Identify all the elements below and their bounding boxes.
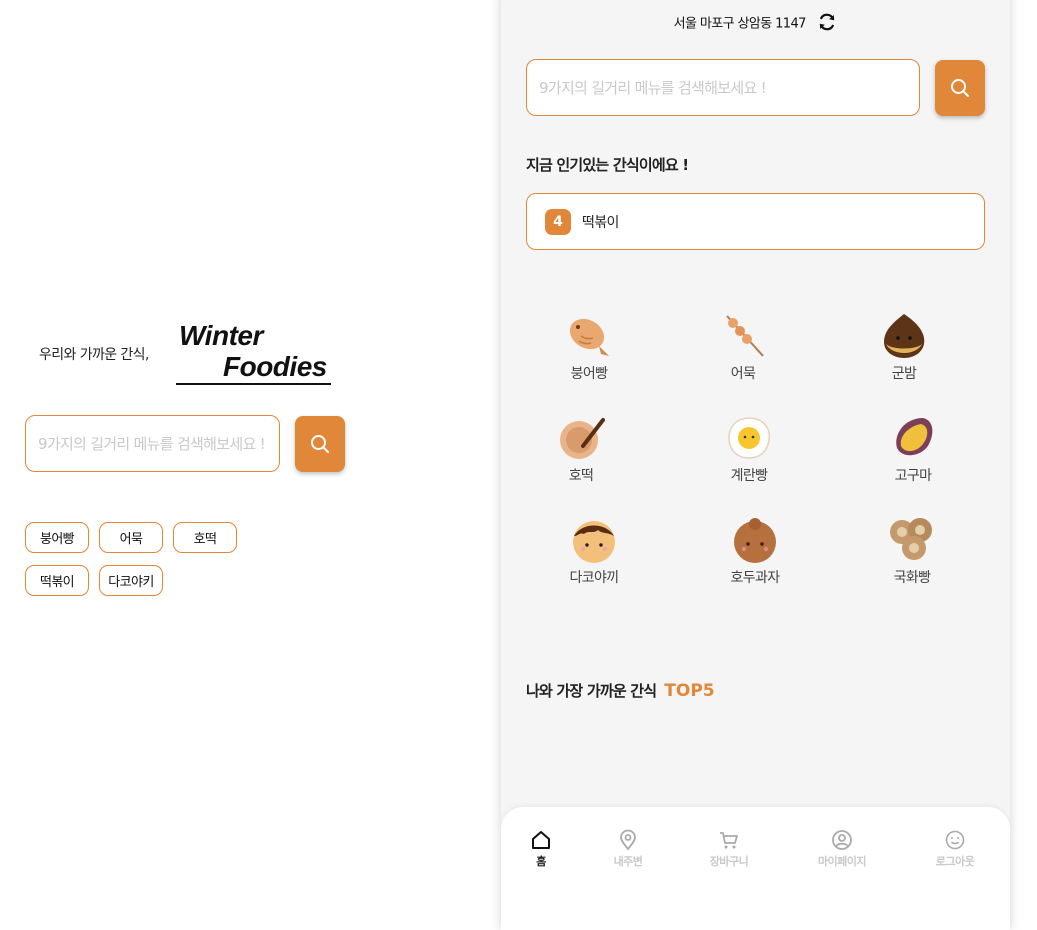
app-search-button[interactable] [935, 60, 985, 116]
sweet-potato-icon [896, 418, 933, 456]
landing-section: 우리와 가까운 간식, Winter Foodies 붕어빵 어묵 호떡 떡볶이… [0, 0, 480, 918]
landing-search-field[interactable] [25, 415, 280, 472]
walnut-cake-icon [734, 518, 776, 563]
menu-label: 군밤 [891, 366, 917, 382]
menu-item-goguma[interactable]: 고구마 [853, 412, 973, 492]
user-circle-icon [832, 830, 852, 850]
popular-ranking-ticker[interactable]: 4 떡볶이 [526, 193, 985, 250]
brand-logo-line2: Foodies [223, 351, 327, 382]
nav-nearby[interactable]: 내주변 [588, 829, 668, 869]
roasted-chestnut-icon [884, 314, 925, 358]
nav-mypage[interactable]: 마이페이지 [802, 829, 882, 869]
nav-label: 장바구니 [709, 855, 749, 868]
landing-search-input[interactable] [26, 416, 279, 471]
menu-label: 다코야끼 [569, 570, 619, 586]
menu-item-bungeoppang[interactable]: 붕어빵 [529, 310, 649, 390]
hotteok-icon [560, 418, 605, 459]
location-pin-icon [620, 829, 636, 851]
app-search-input[interactable] [527, 60, 919, 115]
rank-badge: 4 [545, 208, 571, 235]
menu-label: 호두과자 [730, 570, 780, 586]
chip-tteokbokki[interactable]: 떡볶이 [25, 565, 89, 596]
brand-underline [176, 383, 331, 385]
rank-item-name: 떡볶이 [582, 214, 619, 231]
menu-item-hotteok[interactable]: 호떡 [521, 412, 641, 492]
menu-label: 붕어빵 [570, 366, 608, 382]
nav-label: 로그아웃 [935, 855, 975, 868]
menu-label: 고구마 [894, 468, 932, 484]
bottom-nav: 홈 내주변 장바구니 마이페이지 로그아웃 [501, 807, 1010, 930]
menu-item-gyeranppang[interactable]: 계란빵 [689, 412, 809, 492]
menu-label: 어묵 [730, 366, 756, 382]
smile-icon [945, 830, 965, 850]
chip-hotteok[interactable]: 호떡 [173, 522, 237, 553]
menu-label: 계란빵 [730, 468, 768, 484]
fish-bread-icon [569, 318, 609, 356]
mobile-app-frame: 서울 마포구 상암동 1147 지금 인기있는 간식이에요 ! 4 떡볶이 [501, 0, 1010, 930]
fish-cake-skewer-icon [726, 315, 764, 357]
search-icon [311, 435, 329, 453]
menu-item-eomuk[interactable]: 어묵 [683, 310, 803, 390]
chip-eomuk[interactable]: 어묵 [99, 522, 163, 553]
egg-bread-icon [728, 417, 771, 459]
nav-label: 홈 [536, 855, 546, 868]
chrysanthemum-bread-icon [890, 518, 932, 560]
brand-logo-line1: Winter [179, 320, 263, 351]
menu-item-hodugwaja[interactable]: 호두과자 [695, 514, 815, 594]
cart-icon [720, 832, 738, 849]
app-search-field[interactable] [526, 59, 920, 116]
nav-label: 마이페이지 [817, 855, 867, 868]
nav-logout[interactable]: 로그아웃 [915, 829, 995, 869]
landing-search-button[interactable] [295, 416, 345, 472]
chip-bungeoppang[interactable]: 붕어빵 [25, 522, 89, 553]
menu-label: 국화빵 [893, 570, 931, 586]
popular-section-title: 지금 인기있는 간식이에요 ! [526, 156, 689, 174]
chip-takoyaki[interactable]: 다코야키 [99, 565, 163, 596]
landing-tagline: 우리와 가까운 간식, [39, 347, 149, 363]
nav-label: 내주변 [613, 855, 643, 868]
refresh-icon[interactable] [817, 12, 837, 36]
top5-title-text: 나와 가장 가까운 간식 [526, 682, 657, 700]
search-icon [951, 79, 969, 97]
menu-item-takoyaki[interactable]: 다코야끼 [534, 514, 654, 594]
top5-section-title: 나와 가장 가까운 간식 TOP5 [526, 680, 715, 701]
takoyaki-icon [573, 521, 615, 563]
home-icon [532, 831, 550, 849]
brand-logo: Winter Foodies [176, 320, 336, 386]
menu-label: 호떡 [568, 468, 594, 484]
nav-home[interactable]: 홈 [501, 829, 581, 869]
location-bar: 서울 마포구 상암동 1147 [501, 12, 1010, 36]
nav-cart[interactable]: 장바구니 [689, 829, 769, 869]
location-text: 서울 마포구 상암동 1147 [673, 16, 807, 32]
menu-item-gukhwappang[interactable]: 국화빵 [852, 514, 972, 594]
menu-item-gunbam[interactable]: 군밤 [844, 310, 964, 390]
top5-accent: TOP5 [664, 681, 715, 701]
